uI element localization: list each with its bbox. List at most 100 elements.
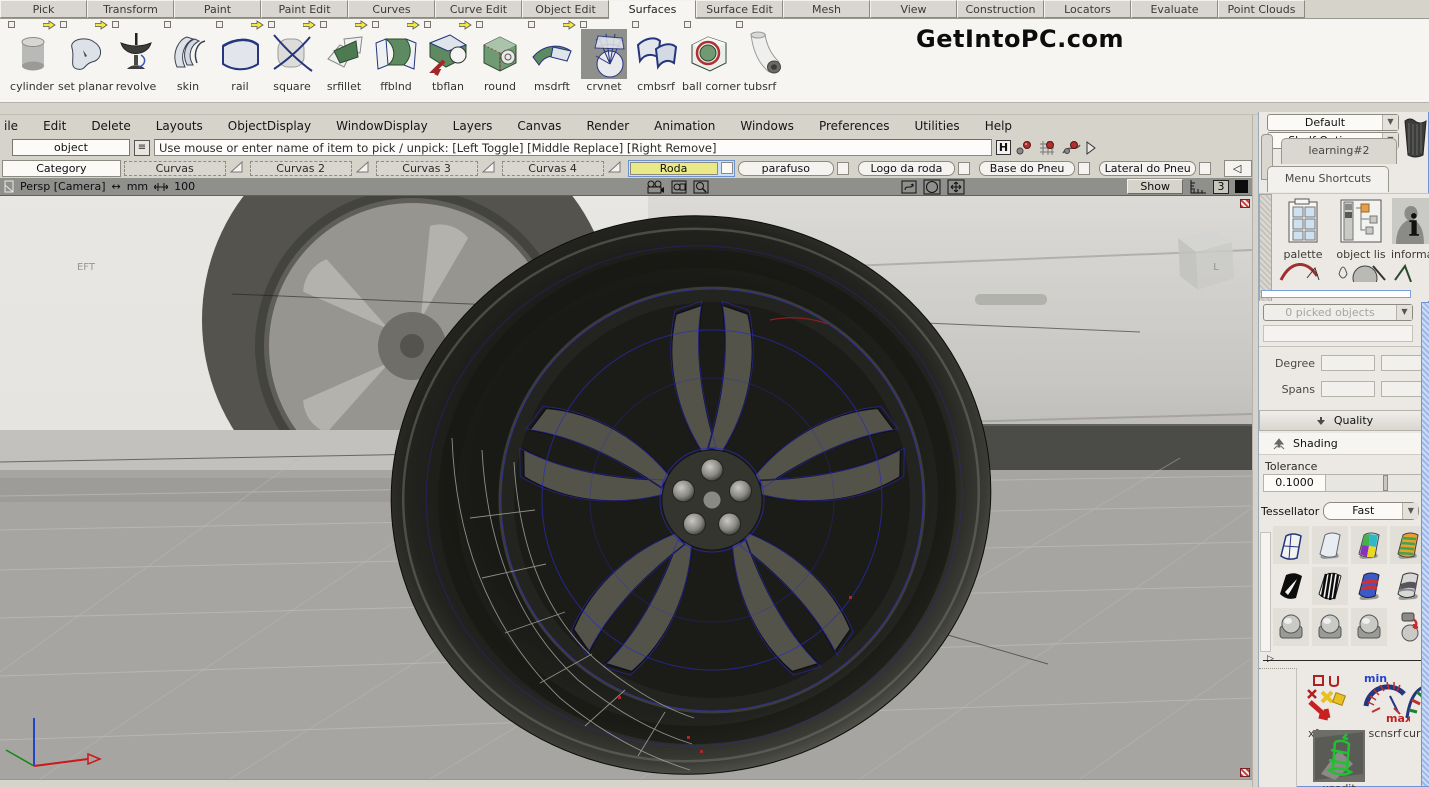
lens-icon[interactable] xyxy=(923,179,941,195)
tab-curves[interactable]: Curves xyxy=(348,0,435,18)
diagnostic-ball-button-3[interactable] xyxy=(1351,608,1387,646)
menu-layers[interactable]: Layers xyxy=(453,119,493,133)
scene-canvas[interactable]: LEFT xyxy=(0,178,1252,779)
tool-checkbox[interactable] xyxy=(736,21,743,28)
tool-checkbox[interactable] xyxy=(528,21,535,28)
tab-paint-edit[interactable]: Paint Edit xyxy=(261,0,348,18)
tool-tubsrf[interactable]: tubsrf xyxy=(734,21,786,93)
layer-symmetry-icon[interactable] xyxy=(356,161,369,176)
tool-checkbox[interactable] xyxy=(164,21,171,28)
tab-locators[interactable]: Locators xyxy=(1044,0,1131,18)
history-icon[interactable]: H xyxy=(996,140,1011,155)
tool-skin[interactable]: skin xyxy=(162,21,214,93)
tool-cylinder[interactable]: cylinder xyxy=(6,21,58,93)
menu-windows[interactable]: Windows xyxy=(740,119,794,133)
viewport-resize-grip-bottom[interactable] xyxy=(1240,768,1250,777)
layer-scroll-arrows[interactable]: ◁ ▷ xyxy=(1224,160,1252,177)
shelf-set-dropdown[interactable]: Default ▼ xyxy=(1267,114,1399,131)
tool-tbflan[interactable]: tbflan xyxy=(422,21,474,93)
shading-section-row[interactable]: Shading xyxy=(1259,433,1429,455)
menu-canvas[interactable]: Canvas xyxy=(517,119,561,133)
tab-mesh[interactable]: Mesh xyxy=(783,0,870,18)
tool-checkbox[interactable] xyxy=(372,21,379,28)
layer-curvas-4[interactable]: Curvas 4 xyxy=(502,161,604,176)
tool-ball-corner[interactable]: ball corner xyxy=(682,21,734,93)
tab-surfaces[interactable]: Surfaces xyxy=(609,0,696,19)
tab-transform[interactable]: Transform xyxy=(87,0,174,18)
tool-rail[interactable]: rail xyxy=(214,21,266,93)
tool-checkbox[interactable] xyxy=(112,21,119,28)
menu-utilities[interactable]: Utilities xyxy=(915,119,960,133)
palette-horizontal-scrollbar[interactable] xyxy=(1261,290,1411,298)
twist-view-icon[interactable] xyxy=(901,180,917,194)
layer-symmetry-icon[interactable] xyxy=(608,161,621,176)
shelf-drawer-arrow-icon[interactable] xyxy=(1085,139,1097,157)
layer-curvas-3[interactable]: Curvas 3 xyxy=(376,161,478,176)
tool-checkbox[interactable] xyxy=(216,21,223,28)
spans-u-field[interactable] xyxy=(1321,381,1375,397)
tab-point-clouds[interactable]: Point Clouds xyxy=(1218,0,1305,18)
degree-u-field[interactable] xyxy=(1321,355,1375,371)
chevron-down-icon[interactable]: ▼ xyxy=(1402,503,1418,519)
pan-move-icon[interactable] xyxy=(947,179,965,195)
curve-snap-magnet-icon[interactable] xyxy=(1061,139,1081,157)
layer-toggle-checkbox[interactable] xyxy=(721,162,733,174)
tool-round[interactable]: round xyxy=(474,21,526,93)
show-menu-button[interactable]: Show xyxy=(1127,179,1183,194)
tab-pick[interactable]: Pick xyxy=(0,0,87,18)
menu-file[interactable]: ile xyxy=(4,119,18,133)
tool-checkbox[interactable] xyxy=(320,21,327,28)
shading-shaded-button[interactable] xyxy=(1312,526,1348,564)
tab-menu-shortcuts[interactable]: Menu Shortcuts xyxy=(1267,166,1389,192)
tool-revolve[interactable]: revolve xyxy=(110,21,162,93)
tab-paint[interactable]: Paint xyxy=(174,0,261,18)
selection-type-box[interactable]: object xyxy=(12,139,130,156)
shading-wireframe-button[interactable] xyxy=(1273,526,1309,564)
separator-marker-icon[interactable]: ▷ xyxy=(1267,654,1274,664)
layer-toggle-checkbox[interactable] xyxy=(1199,162,1211,175)
units-label[interactable]: mm xyxy=(127,180,148,193)
tool-msdrft[interactable]: msdrft xyxy=(526,21,578,93)
tool-checkbox[interactable] xyxy=(476,21,483,28)
camera-lock-icon[interactable] xyxy=(671,180,687,194)
tool-crvnet[interactable]: crvnet xyxy=(578,21,630,93)
palette-scrollbar[interactable] xyxy=(1259,194,1272,301)
quality-section-header[interactable]: Quality xyxy=(1259,410,1429,431)
tab-object-edit[interactable]: Object Edit xyxy=(522,0,609,18)
tessellator-dropdown[interactable]: Fast ▼ xyxy=(1323,502,1419,520)
tool-checkbox[interactable] xyxy=(268,21,275,28)
grid-size-value[interactable]: 100 xyxy=(174,180,195,193)
tool-checkbox[interactable] xyxy=(8,21,15,28)
layer-toggle-checkbox[interactable] xyxy=(1078,162,1090,175)
menu-layouts[interactable]: Layouts xyxy=(156,119,203,133)
layer-parafuso[interactable]: parafuso xyxy=(738,161,834,176)
tool-checkbox[interactable] xyxy=(580,21,587,28)
movie-camera-icon[interactable] xyxy=(645,180,665,194)
grid-snap-magnet-icon[interactable] xyxy=(1037,139,1057,157)
menu-delete[interactable]: Delete xyxy=(91,119,130,133)
tolerance-value-field[interactable]: 0.1000 xyxy=(1264,475,1326,491)
chevron-down-icon[interactable]: ▼ xyxy=(1396,305,1412,320)
diagnostic-ball-button-2[interactable] xyxy=(1312,608,1348,646)
tab-evaluate[interactable]: Evaluate xyxy=(1131,0,1218,18)
perspective-viewport[interactable]: LEFT xyxy=(0,178,1252,779)
shading-multicolor-button[interactable] xyxy=(1351,526,1387,564)
point-snap-magnet-icon[interactable] xyxy=(1015,139,1033,157)
pane-icon[interactable] xyxy=(4,180,14,193)
window-corner-icon[interactable] xyxy=(1235,180,1248,193)
tool-xsedit[interactable]: xsedit xyxy=(1311,730,1367,787)
layer-toggle-checkbox[interactable] xyxy=(958,162,970,175)
menu-animation[interactable]: Animation xyxy=(654,119,715,133)
tool-checkbox[interactable] xyxy=(424,21,431,28)
camera-label[interactable]: Persp [Camera] xyxy=(20,180,106,193)
shading-zebra-button[interactable] xyxy=(1312,567,1348,605)
tab-construction[interactable]: Construction xyxy=(957,0,1044,18)
tool-checkbox[interactable] xyxy=(60,21,67,28)
ruler-icon[interactable] xyxy=(1189,179,1207,194)
menu-preferences[interactable]: Preferences xyxy=(819,119,890,133)
prompt-history-list-icon[interactable]: ≡ xyxy=(134,140,150,156)
layer-symmetry-icon[interactable] xyxy=(230,161,243,176)
tab-view[interactable]: View xyxy=(870,0,957,18)
menu-windowdisplay[interactable]: WindowDisplay xyxy=(336,119,428,133)
palette-row-clipped[interactable] xyxy=(1277,252,1417,282)
